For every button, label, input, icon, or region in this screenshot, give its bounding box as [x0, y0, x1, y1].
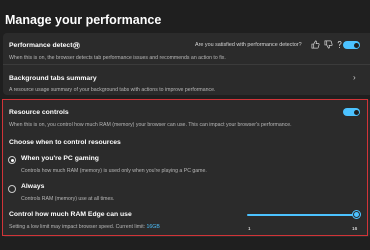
resource-controls-toggle[interactable] — [343, 108, 360, 116]
ram-limit-label: Control how much RAM Edge can use — [9, 211, 132, 218]
option-always-label: Always — [21, 183, 45, 190]
ram-limit-note: Setting a low limit may impact browser s… — [9, 224, 160, 230]
ram-slider-track[interactable] — [247, 214, 356, 216]
thumbs-down-icon[interactable] — [324, 40, 333, 49]
performance-detector-toggle[interactable] — [343, 41, 360, 49]
performance-detector-description: When this is on, the browser detects tab… — [9, 55, 226, 61]
slider-min-label: 1 — [248, 227, 251, 232]
background-tabs-description: A resource usage summary of your backgro… — [9, 87, 216, 93]
resource-controls-title: Resource controls — [9, 109, 69, 116]
info-icon[interactable]: i — [73, 42, 80, 49]
ram-slider-thumb[interactable] — [353, 211, 360, 218]
radio-pc-gaming[interactable] — [8, 156, 16, 164]
slider-max-label: 16 — [352, 227, 358, 232]
thumbs-up-icon[interactable] — [311, 40, 320, 49]
chevron-right-icon[interactable]: › — [353, 73, 356, 82]
choose-heading: Choose when to control resources — [9, 139, 121, 146]
option-pc-gaming-label: When you're PC gaming — [21, 155, 99, 162]
page-title: Manage your performance — [5, 13, 162, 27]
background-tabs-title: Background tabs summary — [9, 75, 97, 82]
option-always-description: Controls RAM (memory) use at all times. — [21, 196, 115, 202]
option-pc-gaming-description: Controls how much RAM (memory) is used o… — [21, 168, 207, 174]
resource-controls-description: When this is on, you control how much RA… — [9, 122, 292, 128]
card-divider — [3, 64, 370, 65]
performance-detector-title: Performance detector — [9, 42, 80, 49]
feedback-question: Are you satisfied with performance detec… — [195, 42, 302, 48]
current-limit-value: 16GB — [146, 224, 160, 230]
radio-always[interactable] — [8, 185, 16, 193]
